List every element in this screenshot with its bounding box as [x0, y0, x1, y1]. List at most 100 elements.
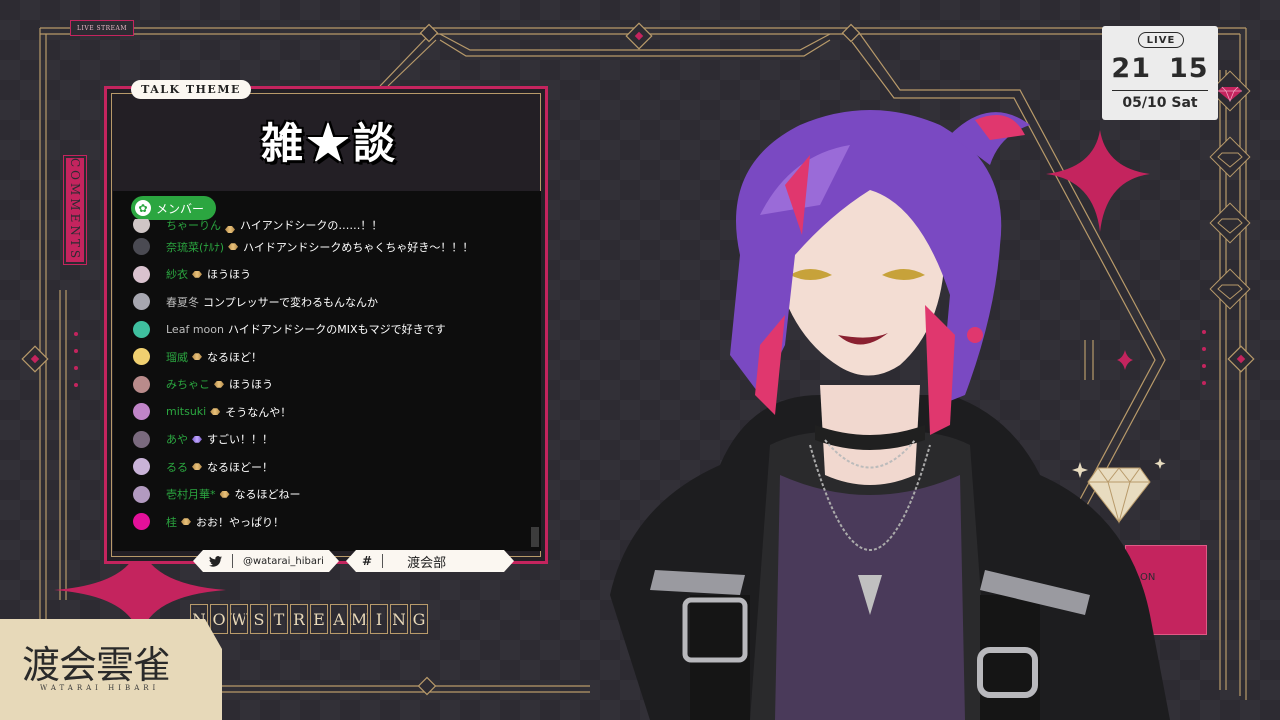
chat-message: みちゃこ ほうほう [113, 371, 533, 399]
member-badge-icon [192, 435, 202, 443]
avatar[interactable] [133, 458, 150, 476]
now-streaming-letter: A [330, 604, 348, 634]
now-streaming-letter: T [270, 604, 288, 634]
chat-author[interactable]: るる [166, 459, 188, 475]
chat-message-list[interactable]: ちゃーりん ハイアンドシークの……！！ 奈琉菜(ﾅﾙﾅ) ハイドアンドシークめちゃくち… [113, 219, 533, 536]
chat-scrollbar[interactable] [531, 527, 539, 547]
chat-message: 壱村月華* なるほどねー [113, 481, 533, 509]
hashtag-text: 渡会部 [407, 555, 447, 571]
now-streaming-letter: W [230, 604, 248, 634]
live-badge: LIVE [1138, 32, 1184, 48]
talk-title: 雑★談 [260, 119, 399, 168]
avatar[interactable] [133, 320, 150, 338]
chat-author[interactable]: みちゃこ [166, 376, 210, 392]
avatar[interactable] [133, 485, 150, 503]
gem-slot-4-icon [1209, 268, 1251, 310]
chat-author[interactable]: 紗衣 [166, 266, 188, 282]
chat-author[interactable]: 春夏冬 [166, 294, 199, 310]
avatar[interactable] [133, 513, 150, 531]
member-badge-icon [214, 380, 224, 388]
hashtag-icon: # [362, 554, 373, 568]
now-streaming-letter: E [310, 604, 328, 634]
chat-text: なるほど！ [207, 350, 262, 364]
avatar[interactable] [133, 348, 150, 366]
chat-author[interactable]: 桂 [166, 514, 177, 530]
now-streaming-letter: R [290, 604, 308, 634]
now-streaming-letter: I [370, 604, 388, 634]
chat-message: Leaf moon ハイドアンドシークのMIXもマジで好きです [113, 316, 533, 344]
clock-time: 21 15 [1102, 53, 1218, 84]
member-badge-icon [225, 226, 235, 233]
member-icon: ✿ [135, 200, 151, 216]
comments-tab: COMMENTS [63, 155, 87, 265]
hashtag-pill: # 渡会部 [346, 550, 514, 572]
member-filter-chip[interactable]: ✿ メンバー [131, 196, 217, 220]
member-badge-icon [228, 243, 239, 251]
chat-text: ハイドアンドシークのMIXもマジで好きです [227, 323, 446, 337]
avatar[interactable] [133, 219, 150, 233]
avatar[interactable] [133, 293, 150, 311]
chat-message: るる なるほどー！ [113, 453, 533, 481]
chat-text: おお！やっぱり！ [196, 515, 284, 529]
member-badge-icon [210, 408, 221, 416]
gem-slot-3-icon [1209, 202, 1251, 244]
clock-hour: 21 [1111, 53, 1151, 84]
chat-author[interactable]: 壱村月華* [166, 486, 216, 502]
member-badge-icon [192, 353, 202, 361]
avatar[interactable] [133, 403, 150, 421]
clock-minute: 15 [1169, 53, 1209, 84]
chat-message: 春夏冬 コンプレッサーで変わるもんなんか [113, 288, 533, 316]
streamer-name-jp: 渡会雲雀 [22, 643, 171, 687]
chat-author[interactable]: 瑠威 [166, 349, 188, 365]
chat-text: すごい！！！ [207, 433, 273, 447]
avatar[interactable] [133, 265, 150, 283]
twitter-handle: @watarai_hibari [243, 555, 324, 567]
chat-message: mitsuki そうなんや！ [113, 398, 533, 426]
chat-text: ハイドアンドシークめちゃくちゃ好き～！！！ [243, 240, 474, 254]
pill-divider [232, 554, 233, 568]
stream-overlay: LIVE STREAM O N TALK THEME 雑★談 COMMENTS ✿… [0, 0, 1280, 720]
member-badge-icon [192, 270, 202, 278]
twitter-bird-icon [209, 556, 222, 567]
member-badge-icon [181, 518, 191, 526]
chat-text: ハイアンドシークの……！！ [240, 219, 383, 232]
live-chat: ✿ メンバー ちゃーりん ハイアンドシークの……！！ 奈琉菜(ﾅﾙﾅ) ハイドアンドシ… [113, 191, 541, 551]
chat-message: あや すごい！！！ [113, 426, 533, 454]
chat-text: コンプレッサーで変わるもんなんか [203, 295, 379, 309]
chat-message: 紗衣 ほうほう [113, 261, 533, 289]
chat-message: ちゃーりん ハイアンドシークの……！！ [113, 219, 533, 233]
clock-widget: LIVE 21 15 05/10 Sat [1102, 26, 1218, 120]
member-badge-icon [192, 463, 202, 471]
member-filter-label: メンバー [156, 201, 205, 216]
character-avatar [610, 110, 1170, 720]
chat-author[interactable]: ちゃーりん [166, 219, 221, 233]
chat-message: 瑠威 なるほど！ [113, 343, 533, 371]
live-stream-tag: LIVE STREAM [70, 20, 134, 36]
chat-text: ほうほう [229, 378, 273, 392]
now-streaming-letter: M [350, 604, 368, 634]
clock-divider [1112, 90, 1208, 91]
chat-text: そうなんや！ [225, 405, 292, 419]
chat-author[interactable]: mitsuki [166, 405, 206, 418]
now-streaming-banner: NOWSTREAMING [190, 604, 428, 634]
streamer-name-en: WATARAI HIBARI [40, 684, 160, 692]
avatar[interactable] [133, 375, 150, 393]
chat-text: なるほどねー [234, 488, 301, 502]
chat-message: 桂 おお！やっぱり！ [113, 508, 533, 536]
member-badge-icon [219, 490, 230, 498]
chat-author[interactable]: 奈琉菜(ﾅﾙﾅ) [166, 239, 224, 255]
chat-author[interactable]: あや [166, 431, 188, 447]
now-streaming-letter: S [250, 604, 268, 634]
clock-date: 05/10 Sat [1122, 95, 1198, 111]
avatar[interactable] [133, 238, 150, 256]
avatar[interactable] [133, 430, 150, 448]
gem-slot-2-icon [1209, 136, 1251, 178]
now-streaming-letter: N [390, 604, 408, 634]
talk-theme-label: TALK THEME [131, 80, 251, 99]
now-streaming-letter: G [410, 604, 428, 634]
chat-author[interactable]: Leaf moon [166, 323, 224, 336]
chat-text: なるほどー！ [207, 460, 273, 474]
chat-text: ほうほう [207, 268, 251, 282]
chat-message: 奈琉菜(ﾅﾙﾅ) ハイドアンドシークめちゃくちゃ好き～！！！ [113, 233, 533, 261]
now-streaming-letter: O [210, 604, 228, 634]
